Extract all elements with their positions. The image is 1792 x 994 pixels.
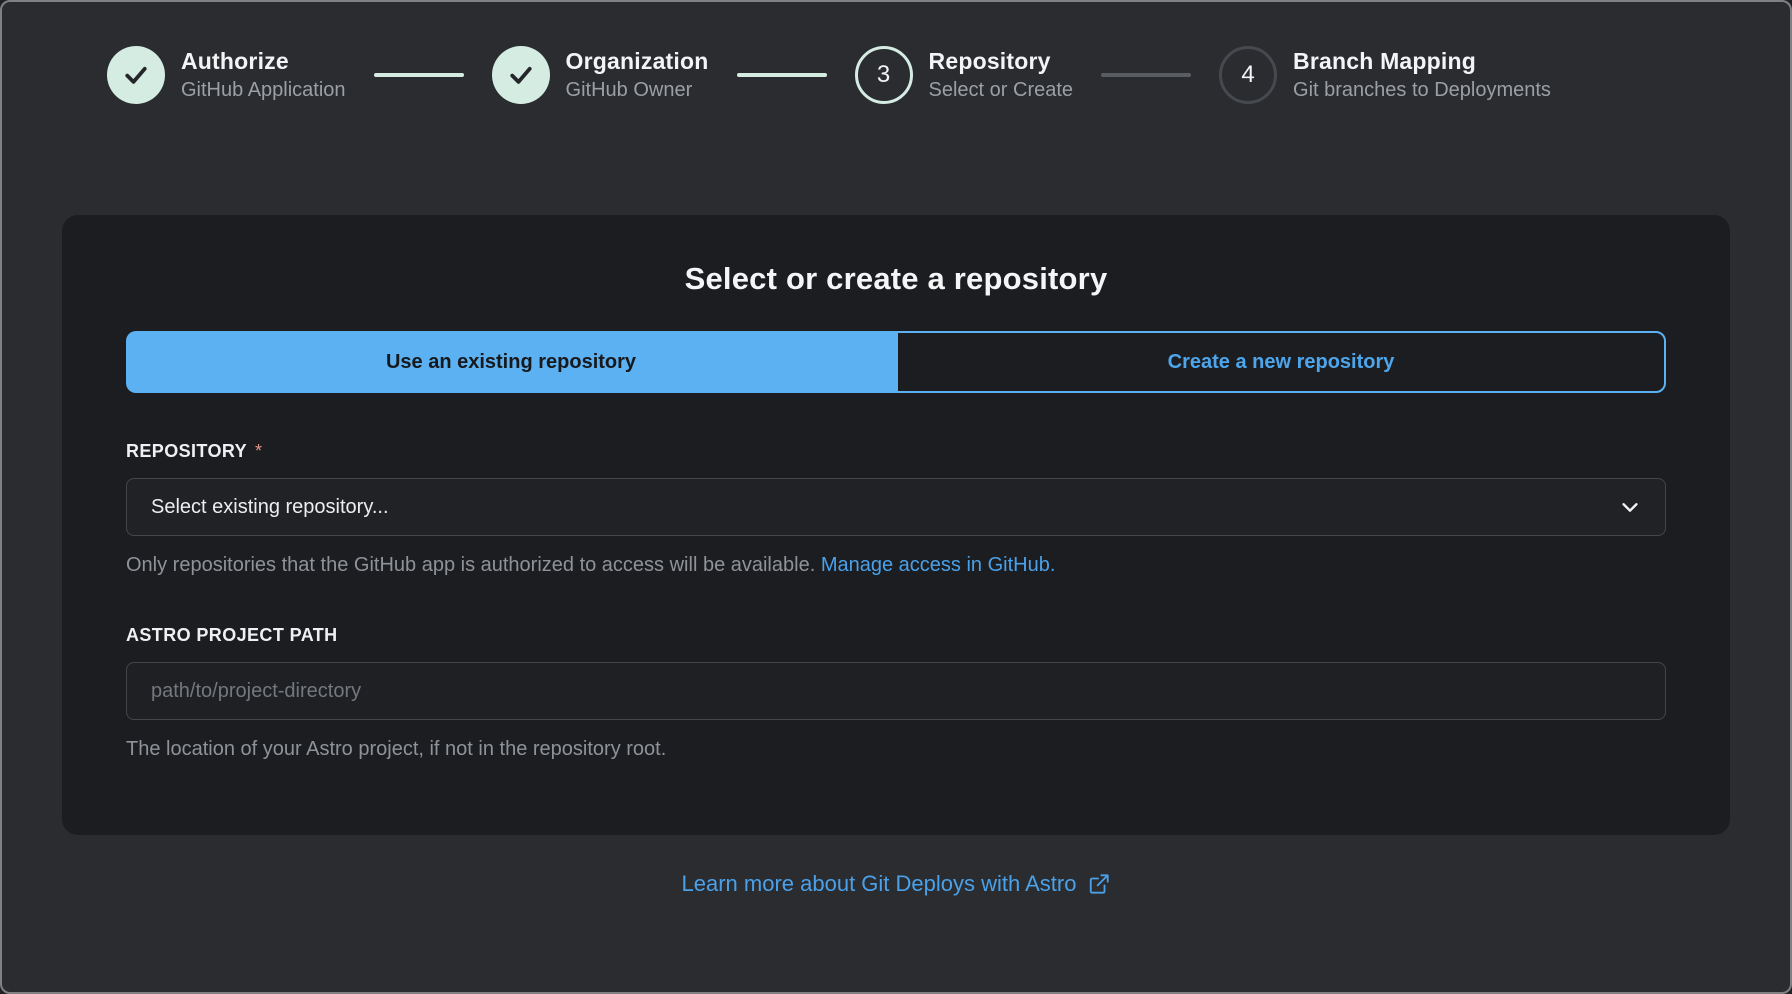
external-link-icon[interactable]: [1088, 873, 1110, 895]
page-title: Select or create a repository: [126, 261, 1666, 297]
manage-access-link[interactable]: Manage access in GitHub.: [821, 554, 1056, 576]
required-asterisk: *: [255, 441, 262, 462]
step-subtitle: Git branches to Deployments: [1293, 79, 1551, 102]
repository-helper-text: Only repositories that the GitHub app is…: [126, 554, 1666, 577]
tab-create-new-repository[interactable]: Create a new repository: [896, 331, 1666, 393]
footer: Learn more about Git Deploys with Astro: [2, 871, 1790, 897]
repository-mode-tabs: Use an existing repository Create a new …: [126, 331, 1666, 393]
step-title: Branch Mapping: [1293, 48, 1551, 75]
step-connector: [374, 73, 464, 77]
step-connector: [737, 73, 827, 77]
wizard-stepper: 1 Authorize GitHub Application 2 Organiz…: [2, 2, 1790, 104]
project-path-input[interactable]: [126, 662, 1666, 720]
project-path-helper-text: The location of your Astro project, if n…: [126, 738, 1666, 761]
step-branch-mapping: 4 Branch Mapping Git branches to Deploym…: [1219, 46, 1551, 104]
check-icon: [121, 60, 151, 90]
step-organization: 2 Organization GitHub Owner: [492, 46, 709, 104]
step-title: Authorize: [181, 48, 346, 75]
tab-use-existing-repository[interactable]: Use an existing repository: [126, 331, 896, 393]
step-authorize: 1 Authorize GitHub Application: [107, 46, 346, 104]
step-branch-mapping-indicator: 4: [1219, 46, 1277, 104]
check-icon: [506, 60, 536, 90]
step-repository-indicator: 3: [855, 46, 913, 104]
app-window: 1 Authorize GitHub Application 2 Organiz…: [0, 0, 1792, 994]
chevron-down-icon: [1619, 496, 1641, 518]
step-authorize-indicator: 1: [107, 46, 165, 104]
repository-select[interactable]: Select existing repository...: [126, 478, 1666, 536]
step-subtitle: Select or Create: [929, 79, 1074, 102]
step-title: Organization: [566, 48, 709, 75]
step-subtitle: GitHub Application: [181, 79, 346, 102]
learn-more-link[interactable]: Learn more about Git Deploys with Astro: [682, 871, 1077, 897]
project-path-field-label: ASTRO PROJECT PATH: [126, 625, 1666, 646]
step-subtitle: GitHub Owner: [566, 79, 709, 102]
step-connector: [1101, 73, 1191, 77]
repository-select-value: Select existing repository...: [151, 496, 389, 519]
step-organization-indicator: 2: [492, 46, 550, 104]
repository-field-label: REPOSITORY *: [126, 441, 1666, 462]
step-title: Repository: [929, 48, 1074, 75]
step-repository: 3 Repository Select or Create: [855, 46, 1074, 104]
repository-card: Select or create a repository Use an exi…: [62, 215, 1730, 835]
